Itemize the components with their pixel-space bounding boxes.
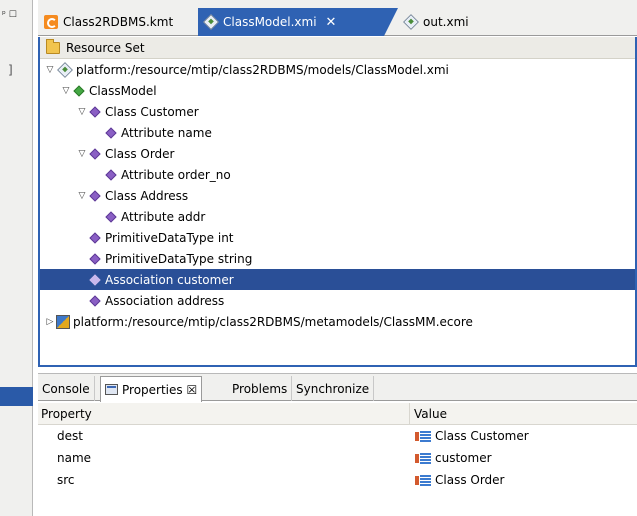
diamond-icon bbox=[89, 105, 101, 118]
tab-label: out.xmi bbox=[423, 15, 469, 29]
tree-node-association-address[interactable]: Association address bbox=[40, 290, 635, 311]
tree-node-class-order[interactable]: ▽ Class Order bbox=[40, 143, 635, 164]
diamond-icon bbox=[89, 273, 101, 286]
tree-node-label: Attribute order_no bbox=[121, 167, 231, 182]
diamond-icon bbox=[89, 294, 101, 307]
tree-node-label: Association address bbox=[105, 293, 225, 308]
properties-table: Property Value dest Class Customer name … bbox=[38, 403, 637, 516]
tree-node-class-customer[interactable]: ▽ Class Customer bbox=[40, 101, 635, 122]
tab-problems[interactable]: Problems bbox=[228, 376, 293, 401]
tree-node-label: platform:/resource/mtip/class2RDBMS/mode… bbox=[76, 62, 449, 77]
tab-synchronize[interactable]: Synchronize bbox=[292, 376, 375, 401]
tree-node-label: Class Customer bbox=[105, 104, 199, 119]
value-icon bbox=[415, 430, 431, 442]
folder-icon bbox=[46, 38, 60, 54]
tab-label: Synchronize bbox=[296, 381, 370, 396]
property-value-text: Class Order bbox=[435, 473, 505, 487]
diamond-icon bbox=[105, 126, 117, 139]
diamond-icon bbox=[105, 168, 117, 181]
property-column-header[interactable]: Property bbox=[38, 403, 410, 424]
tab-label: Console bbox=[42, 381, 90, 396]
resource-set-label: Resource Set bbox=[66, 40, 145, 55]
tree-node-attribute-name[interactable]: Attribute name bbox=[40, 122, 635, 143]
expand-twisty-icon[interactable]: ▽ bbox=[76, 107, 88, 117]
expand-twisty-icon[interactable]: ▽ bbox=[60, 86, 72, 96]
green-diamond-icon bbox=[73, 84, 85, 97]
property-name: dest bbox=[57, 429, 83, 443]
property-value-text: customer bbox=[435, 451, 492, 465]
tree-node-attribute-order-no[interactable]: Attribute order_no bbox=[40, 164, 635, 185]
value-column-header[interactable]: Value bbox=[410, 407, 447, 421]
property-name: src bbox=[57, 473, 75, 487]
tree-node-association-customer[interactable]: Association customer bbox=[40, 269, 635, 290]
value-icon bbox=[415, 452, 431, 464]
tree-node-label: ClassModel bbox=[89, 83, 157, 98]
expand-twisty-icon[interactable]: ▽ bbox=[76, 191, 88, 201]
diamond-icon bbox=[89, 189, 101, 202]
tab-label: ClassModel.xmi bbox=[223, 15, 317, 29]
left-side-panel: ᵖ ☐ ] bbox=[0, 0, 33, 516]
properties-table-header: Property Value bbox=[38, 403, 637, 425]
tab-label: Class2RDBMS.kmt bbox=[63, 15, 174, 29]
diamond-icon bbox=[105, 210, 117, 223]
property-value[interactable]: Class Customer bbox=[410, 429, 529, 443]
property-value[interactable]: customer bbox=[410, 451, 492, 465]
tree-node-label: Attribute addr bbox=[121, 209, 206, 224]
tree-node-label: PrimitiveDataType int bbox=[105, 230, 234, 245]
tree-node-class-address[interactable]: ▽ Class Address bbox=[40, 185, 635, 206]
close-icon[interactable]: ✕ bbox=[326, 15, 337, 30]
tab-console[interactable]: Console bbox=[38, 376, 95, 401]
tree-node-classmm-ecore[interactable]: ▷ platform:/resource/mtip/class2RDBMS/me… bbox=[40, 311, 635, 332]
table-row[interactable]: src Class Order bbox=[38, 469, 637, 491]
kermeta-file-icon bbox=[44, 15, 58, 29]
editor-tab-bar: Class2RDBMS.kmt ClassModel.xmi ✕ out.xmi bbox=[38, 0, 637, 36]
tree-node-label: platform:/resource/mtip/class2RDBMS/meta… bbox=[73, 314, 473, 329]
table-row[interactable]: name customer bbox=[38, 447, 637, 469]
tree-node-primitive-int[interactable]: PrimitiveDataType int bbox=[40, 227, 635, 248]
model-tree: ▽ platform:/resource/mtip/class2RDBMS/mo… bbox=[40, 59, 635, 332]
properties-icon bbox=[105, 384, 118, 395]
table-row[interactable]: dest Class Customer bbox=[38, 425, 637, 447]
left-panel-selection[interactable] bbox=[0, 387, 33, 406]
tab-label: Properties ☒ bbox=[122, 382, 198, 397]
tab-label: Problems bbox=[232, 381, 288, 396]
left-panel-text: ] bbox=[8, 63, 13, 77]
tab-out-xmi[interactable]: out.xmi bbox=[398, 8, 518, 36]
diamond-icon bbox=[89, 252, 101, 265]
tree-node-attribute-addr[interactable]: Attribute addr bbox=[40, 206, 635, 227]
resource-set-header: Resource Set bbox=[40, 37, 635, 59]
tree-node-label: Class Address bbox=[105, 188, 189, 203]
property-value-text: Class Customer bbox=[435, 429, 529, 443]
tree-node-label: Association customer bbox=[105, 272, 234, 287]
tab-classmodel-xmi[interactable]: ClassModel.xmi ✕ bbox=[198, 8, 398, 36]
expand-twisty-icon[interactable]: ▽ bbox=[76, 149, 88, 159]
minimize-maximize-controls[interactable]: ᵖ ☐ bbox=[2, 10, 17, 20]
ecore-package-icon bbox=[56, 314, 70, 329]
diamond-icon bbox=[89, 147, 101, 160]
tree-node-classmodel-xmi[interactable]: ▽ platform:/resource/mtip/class2RDBMS/mo… bbox=[40, 59, 635, 80]
value-icon bbox=[415, 474, 431, 486]
tree-node-primitive-string[interactable]: PrimitiveDataType string bbox=[40, 248, 635, 269]
xmi-file-icon bbox=[203, 14, 219, 30]
tree-node-label: Attribute name bbox=[121, 125, 212, 140]
tree-node-label: Class Order bbox=[105, 146, 175, 161]
tab-properties[interactable]: Properties ☒ bbox=[100, 376, 203, 402]
collapse-twisty-icon[interactable]: ▷ bbox=[44, 317, 56, 327]
tree-node-label: PrimitiveDataType string bbox=[105, 251, 253, 266]
tab-class2rdbms-kmt[interactable]: Class2RDBMS.kmt bbox=[38, 8, 198, 36]
xmi-file-icon bbox=[57, 61, 73, 78]
expand-twisty-icon[interactable]: ▽ bbox=[44, 65, 56, 75]
bottom-panel-tab-bar: Console Properties ☒ Problems Synchroniz… bbox=[38, 373, 637, 402]
property-name: name bbox=[57, 451, 92, 465]
tree-node-classmodel[interactable]: ▽ ClassModel bbox=[40, 80, 635, 101]
diamond-icon bbox=[89, 231, 101, 244]
xmi-file-icon bbox=[403, 14, 419, 30]
model-editor: Resource Set ▽ platform:/resource/mtip/c… bbox=[38, 37, 637, 367]
property-value[interactable]: Class Order bbox=[410, 473, 505, 487]
